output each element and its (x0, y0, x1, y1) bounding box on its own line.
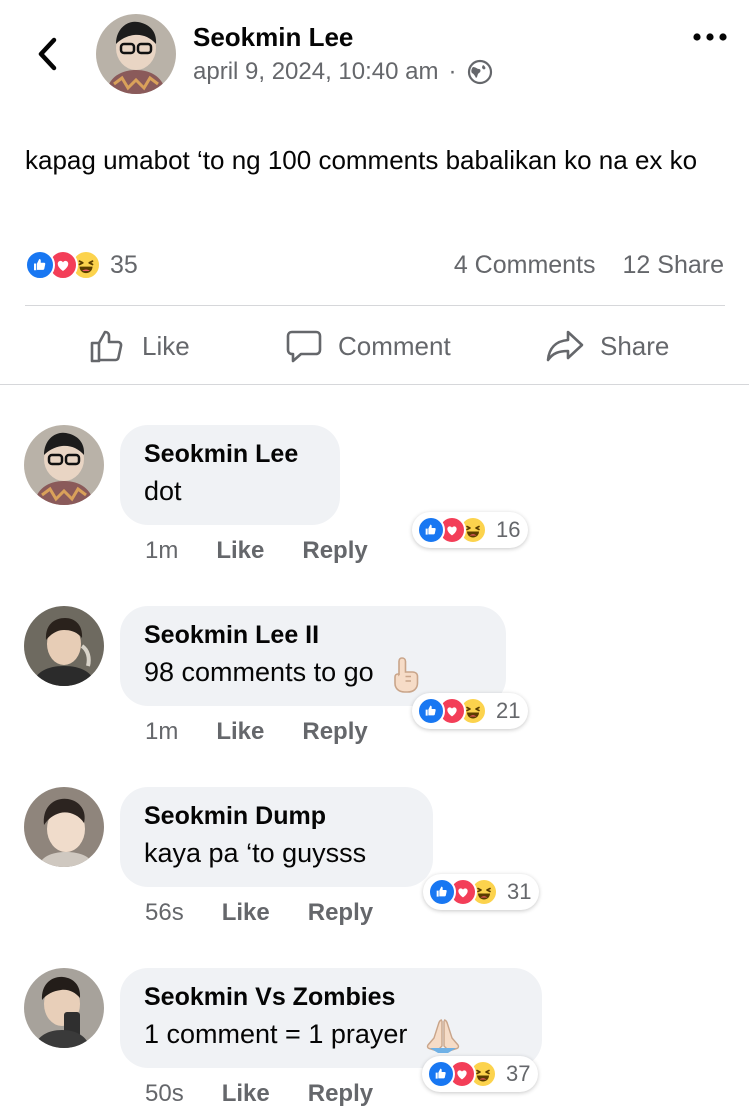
comment-reaction-count: 31 (507, 879, 532, 904)
comment-like-button[interactable]: Like (216, 537, 264, 565)
comment-text-line: 98 comments to go (144, 654, 482, 693)
commenter-avatar[interactable] (24, 968, 104, 1048)
post-timestamp: april 9, 2024, 10:40 am (193, 58, 439, 85)
like-button[interactable]: Like (88, 318, 190, 374)
meta-separator: · (448, 58, 457, 85)
comment-like-button[interactable]: Like (222, 899, 270, 927)
comment-like-button[interactable]: Like (216, 718, 264, 746)
comment-time: 50s (145, 1080, 184, 1107)
divider (25, 305, 725, 306)
pointing-up-emoji (394, 657, 419, 693)
comment-bubble: Seokmin Dump kaya pa ‘to guysss (120, 787, 433, 887)
comment-text: 1 comment = 1 prayer (144, 1019, 408, 1049)
comment-meta: 1m Like Reply (145, 718, 368, 746)
thumbs-up-icon (90, 330, 123, 363)
comment-reactions[interactable]: 37 (422, 1056, 539, 1092)
share-label: Share (600, 330, 670, 361)
comment-reaction-count: 37 (506, 1061, 531, 1086)
comment-reactions[interactable]: 31 (423, 874, 540, 910)
comment-text: 98 comments to go (144, 657, 374, 687)
like-reaction-icon (427, 1060, 455, 1088)
like-reaction-icon (25, 250, 55, 280)
comment-reply-button[interactable]: Reply (308, 899, 373, 927)
comment-time: 1m (145, 537, 179, 564)
comments-count[interactable]: 4 Comments (454, 251, 596, 280)
back-button[interactable] (30, 36, 66, 72)
reaction-count: 35 (110, 250, 138, 279)
comment-button[interactable]: Comment (284, 318, 451, 374)
comment-meta: 56s Like Reply (145, 899, 373, 927)
author-avatar[interactable] (96, 14, 176, 94)
share-button[interactable]: Share (544, 318, 669, 374)
comment-meta: 50s Like Reply (145, 1080, 373, 1108)
commenter-name[interactable]: Seokmin Lee (144, 439, 316, 469)
like-reaction-icon (428, 878, 456, 906)
comment-reply-button[interactable]: Reply (308, 1080, 373, 1108)
post-author-name[interactable]: Seokmin Lee (193, 22, 353, 53)
comment-bubble: Seokmin Vs Zombies 1 comment = 1 prayer (120, 968, 542, 1068)
comment-text-line: 1 comment = 1 prayer (144, 1016, 518, 1054)
share-arrow-icon (546, 330, 584, 362)
comment-label: Comment (338, 330, 451, 361)
comment-bubble: Seokmin Lee dot (120, 425, 340, 525)
like-reaction-icon (417, 697, 445, 725)
post-meta: april 9, 2024, 10:40 am · (193, 58, 493, 86)
post-reactions-summary[interactable]: 35 (25, 250, 138, 280)
comment-reply-button[interactable]: Reply (302, 718, 367, 746)
comment-bubble: Seokmin Lee II 98 comments to go (120, 606, 506, 706)
post-action-bar: Like Comment Share (0, 318, 749, 374)
chevron-left-icon (38, 37, 57, 71)
more-icon (693, 33, 727, 41)
comment-time: 1m (145, 718, 179, 745)
more-options-button[interactable] (690, 22, 730, 52)
commenter-name[interactable]: Seokmin Lee II (144, 620, 482, 650)
commenter-name[interactable]: Seokmin Vs Zombies (144, 982, 518, 1012)
comment-reply-button[interactable]: Reply (302, 537, 367, 565)
post-text: kapag umabot ‘to ng 100 comments babalik… (25, 145, 698, 175)
commenter-name[interactable]: Seokmin Dump (144, 801, 409, 831)
comment-bubble-icon (286, 330, 322, 363)
globe-icon (467, 59, 492, 85)
comment-reactions[interactable]: 16 (412, 512, 529, 548)
commenter-avatar[interactable] (24, 606, 104, 686)
comment-reaction-count: 21 (496, 698, 521, 723)
commenter-avatar[interactable] (24, 425, 104, 505)
comment-text: dot (144, 476, 182, 506)
post-counts: 4 Comments 12 Share (454, 251, 724, 280)
comment-reactions[interactable]: 21 (412, 693, 529, 729)
comment-reaction-count: 16 (496, 517, 521, 542)
comment-time: 56s (145, 899, 184, 926)
commenter-avatar[interactable] (24, 787, 104, 867)
comment-text: kaya pa ‘to guysss (144, 838, 367, 868)
comment-meta: 1m Like Reply (145, 537, 368, 565)
folded-hands-emoji (426, 1019, 460, 1053)
like-label: Like (142, 330, 190, 361)
comment-like-button[interactable]: Like (222, 1080, 270, 1108)
share-count[interactable]: 12 Share (623, 251, 724, 280)
like-reaction-icon (417, 516, 445, 544)
divider (0, 384, 749, 385)
